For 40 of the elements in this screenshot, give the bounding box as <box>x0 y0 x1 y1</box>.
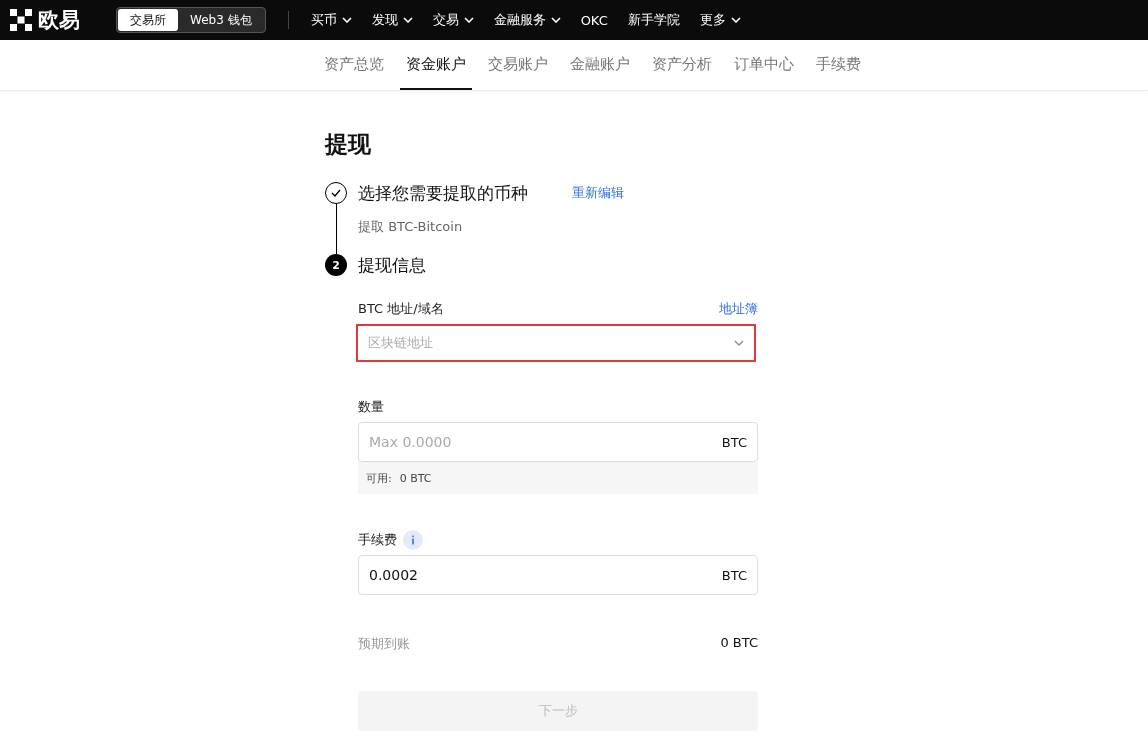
logo-text[interactable]: 欧易 <box>38 6 80 34</box>
account-tab[interactable]: 金融账户 <box>564 40 636 90</box>
step-summary: 提取 BTC-Bitcoin <box>358 218 464 236</box>
info-icon[interactable] <box>403 530 423 550</box>
expected-amount: 0 BTC <box>720 635 758 652</box>
re-edit-link[interactable]: 重新编辑 <box>572 184 624 202</box>
step-title: 选择您需要提取的币种 <box>358 181 528 205</box>
nav-menu-item[interactable]: 新手学院 <box>617 11 690 29</box>
available-balance: 0 BTC <box>399 471 432 485</box>
nav-menu-item[interactable]: 发现 <box>361 11 423 29</box>
nav-menu-item[interactable]: 买币 <box>300 11 362 29</box>
amount-label: 数量 <box>358 398 385 416</box>
account-tab[interactable]: 资产总览 <box>318 40 390 90</box>
mode-tab[interactable]: Web3 钱包 <box>178 9 264 31</box>
account-tab[interactable]: 手续费 <box>810 40 867 90</box>
expected-label: 预期到账 <box>358 635 410 653</box>
address-label: BTC 地址/域名 <box>358 300 444 318</box>
amount-field[interactable]: Max 0.0000 BTC <box>358 422 758 462</box>
account-tab[interactable]: 订单中心 <box>728 40 800 90</box>
fee-field[interactable]: 0.0002 BTC <box>358 555 758 595</box>
chevron-down-icon <box>734 340 744 346</box>
account-tab[interactable]: 资金账户 <box>400 40 472 90</box>
page-title: 提现 <box>325 130 372 159</box>
mode-tab[interactable]: 交易所 <box>118 9 178 31</box>
step-number: 2 <box>325 254 347 276</box>
nav-menu-item[interactable]: 更多 <box>689 11 751 29</box>
step-title: 提现信息 <box>358 253 426 277</box>
unit-text: BTC <box>721 567 747 583</box>
available-label: 可用: <box>366 470 392 486</box>
account-tab[interactable]: 资产分析 <box>646 40 718 90</box>
fee-input[interactable]: 0.0002 <box>369 567 722 583</box>
amount-input[interactable]: Max 0.0000 <box>369 434 722 450</box>
account-tab[interactable]: 交易账户 <box>482 40 554 90</box>
logo-icon[interactable] <box>10 9 32 31</box>
nav-menu-item[interactable]: 交易 <box>422 11 484 29</box>
fee-label: 手续费 <box>358 531 397 549</box>
nav-menu-item[interactable]: 金融服务 <box>483 11 571 29</box>
unit-text: BTC <box>721 434 747 450</box>
address-book-link[interactable]: 地址簿 <box>719 300 758 318</box>
nav-menu-item[interactable]: OKC <box>570 11 618 29</box>
